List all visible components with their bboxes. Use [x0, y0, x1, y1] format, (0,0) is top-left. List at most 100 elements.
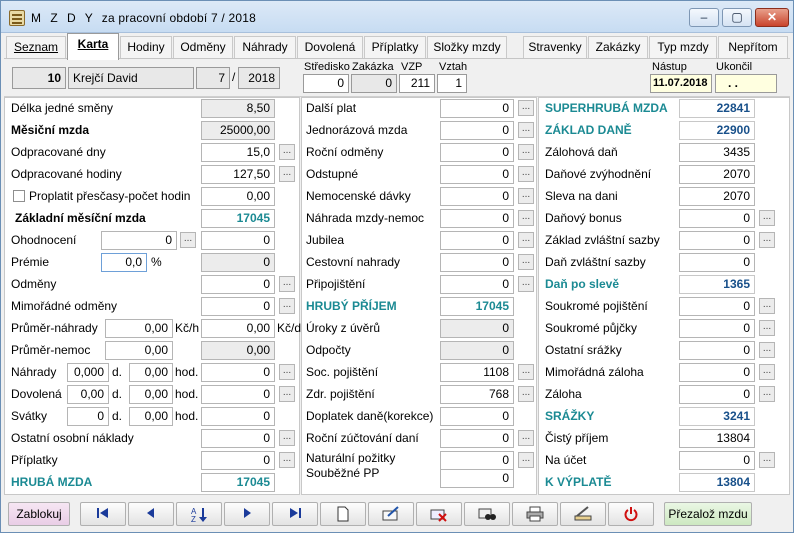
- previous-record-button[interactable]: [128, 502, 174, 526]
- mimoradna-zaloha-dots-button[interactable]: ...: [759, 364, 775, 380]
- ostatni-field[interactable]: 0: [201, 429, 275, 448]
- ohod-dots-button[interactable]: ...: [180, 232, 196, 248]
- odstupne-field[interactable]: 0: [440, 165, 514, 184]
- print-button[interactable]: [512, 502, 558, 526]
- nahrady-hours-field[interactable]: 0,00: [129, 363, 173, 382]
- zaklad-zvlastni-sazby-field[interactable]: 0: [679, 231, 755, 250]
- dovolena-days-field[interactable]: 0,00: [67, 385, 109, 404]
- tab-dovolena[interactable]: Dovolená: [297, 36, 363, 58]
- nastup-field[interactable]: 11.07.2018: [650, 74, 712, 93]
- odpr-dny-field[interactable]: 15,0: [201, 143, 275, 162]
- delete-record-button[interactable]: [416, 502, 462, 526]
- priplatky-field[interactable]: 0: [201, 451, 275, 470]
- jubilea-field[interactable]: 0: [440, 231, 514, 250]
- nahrady-field[interactable]: 0: [201, 363, 275, 382]
- rocni-zuctovani-dani-dots-button[interactable]: ...: [518, 430, 534, 446]
- maximize-button[interactable]: ▢: [722, 8, 752, 27]
- premie-field[interactable]: 0: [201, 253, 275, 272]
- prum-nem-field[interactable]: 0,00: [105, 341, 173, 360]
- settings-button[interactable]: [560, 502, 606, 526]
- dalsi-plat-field[interactable]: 0: [440, 99, 514, 118]
- dovolena-hours-field[interactable]: 0,00: [129, 385, 173, 404]
- nahrada-mzdy-nemoc-field[interactable]: 0: [440, 209, 514, 228]
- exit-button[interactable]: [608, 502, 654, 526]
- zaloha-field[interactable]: 0: [679, 385, 755, 404]
- ostatni-srazky-field[interactable]: 0: [679, 341, 755, 360]
- rocni-odmeny-dots-button[interactable]: ...: [518, 144, 534, 160]
- tab-priplatky[interactable]: Příplatky: [364, 36, 426, 58]
- odmeny-field[interactable]: 0: [201, 275, 275, 294]
- last-record-button[interactable]: [272, 502, 318, 526]
- soukrome-pujcky-field[interactable]: 0: [679, 319, 755, 338]
- tab-zakazky[interactable]: Zakázky: [588, 36, 648, 58]
- tab-karta[interactable]: Karta: [67, 33, 119, 60]
- sort-button[interactable]: AZ: [176, 502, 222, 526]
- zakazka-field[interactable]: 0: [351, 74, 397, 93]
- first-record-button[interactable]: [80, 502, 126, 526]
- stredisko-field[interactable]: 0: [303, 74, 349, 93]
- soc-pojisteni-field[interactable]: 1108: [440, 363, 514, 382]
- odpr-hod-field[interactable]: 127,50: [201, 165, 275, 184]
- sleva-na-dani-field[interactable]: 2070: [679, 187, 755, 206]
- mimo-dots-button[interactable]: ...: [279, 298, 295, 314]
- next-record-button[interactable]: [224, 502, 270, 526]
- tab-slozky-mzdy[interactable]: Složky mzdy: [427, 36, 507, 58]
- tab-odmeny[interactable]: Odměny: [173, 36, 233, 58]
- soukrome-pojisteni-field[interactable]: 0: [679, 297, 755, 316]
- odpocty-field[interactable]: 0: [440, 341, 514, 360]
- odpr-hod-dots-button[interactable]: ...: [279, 166, 295, 182]
- mimoradna-zaloha-field[interactable]: 0: [679, 363, 755, 382]
- jubilea-dots-button[interactable]: ...: [518, 232, 534, 248]
- zablokuj-button[interactable]: Zablokuj: [8, 502, 70, 526]
- zdr-pojisteni-field[interactable]: 768: [440, 385, 514, 404]
- minimize-button[interactable]: –: [689, 8, 719, 27]
- soc-pojisteni-dots-button[interactable]: ...: [518, 364, 534, 380]
- jednorazova-mzda-field[interactable]: 0: [440, 121, 514, 140]
- dan-zvlastni-sazby-field[interactable]: 0: [679, 253, 755, 272]
- ukoncil-field[interactable]: . .: [715, 74, 777, 93]
- naturalni-pozitky-field[interactable]: 0: [440, 451, 514, 470]
- rocni-zuctovani-dani-field[interactable]: 0: [440, 429, 514, 448]
- cestovni-nahrady-dots-button[interactable]: ...: [518, 254, 534, 270]
- delka-field[interactable]: 8,50: [201, 99, 275, 118]
- proplatit-checkbox[interactable]: [13, 190, 25, 202]
- odmeny-dots-button[interactable]: ...: [279, 276, 295, 292]
- vztah-field[interactable]: 1: [437, 74, 467, 93]
- jednorazova-mzda-dots-button[interactable]: ...: [518, 122, 534, 138]
- pripojisteni-field[interactable]: 0: [440, 275, 514, 294]
- nahrady-dots-button[interactable]: ...: [279, 364, 295, 380]
- pripojisteni-dots-button[interactable]: ...: [518, 276, 534, 292]
- prum-nem2-field[interactable]: 0,00: [201, 341, 275, 360]
- danovy-bonus-dots-button[interactable]: ...: [759, 210, 775, 226]
- svatky-hours-field[interactable]: 0,00: [129, 407, 173, 426]
- na-ucet-field[interactable]: 0: [679, 451, 755, 470]
- danove-zvyhodneni-field[interactable]: 2070: [679, 165, 755, 184]
- naturalni-pozitky-dots-button[interactable]: ...: [518, 452, 534, 468]
- zdr-pojisteni-dots-button[interactable]: ...: [518, 386, 534, 402]
- nahrady-days-field[interactable]: 0,000: [67, 363, 109, 382]
- mimo-field[interactable]: 0: [201, 297, 275, 316]
- rocni-odmeny-field[interactable]: 0: [440, 143, 514, 162]
- tab-typ-mzdy[interactable]: Typ mzdy: [649, 36, 717, 58]
- prum-nah-field[interactable]: 0,00: [105, 319, 173, 338]
- dalsi-plat-dots-button[interactable]: ...: [518, 100, 534, 116]
- tab-seznam[interactable]: Seznam: [6, 36, 66, 58]
- prezaloz-mzdu-button[interactable]: Přezalož mzdu: [664, 502, 752, 526]
- doplatek-dane-korekce-field[interactable]: 0: [440, 407, 514, 426]
- soubezne-pp-field[interactable]: 0: [440, 469, 514, 488]
- nemocenske-davky-field[interactable]: 0: [440, 187, 514, 206]
- ostatni-dots-button[interactable]: ...: [279, 430, 295, 446]
- edit-record-button[interactable]: [368, 502, 414, 526]
- tab-neprito[interactable]: Nepřítom: [718, 36, 788, 58]
- nemocenske-davky-dots-button[interactable]: ...: [518, 188, 534, 204]
- svatky-field[interactable]: 0: [201, 407, 275, 426]
- zalohova-dan-field[interactable]: 3435: [679, 143, 755, 162]
- new-record-button[interactable]: [320, 502, 366, 526]
- tab-stravenky[interactable]: Stravenky: [523, 36, 587, 58]
- find-record-button[interactable]: [464, 502, 510, 526]
- nahrada-mzdy-nemoc-dots-button[interactable]: ...: [518, 210, 534, 226]
- cestovni-nahrady-field[interactable]: 0: [440, 253, 514, 272]
- tab-hodiny[interactable]: Hodiny: [120, 36, 172, 58]
- svatky-days-field[interactable]: 0: [67, 407, 109, 426]
- soukrome-pujcky-dots-button[interactable]: ...: [759, 320, 775, 336]
